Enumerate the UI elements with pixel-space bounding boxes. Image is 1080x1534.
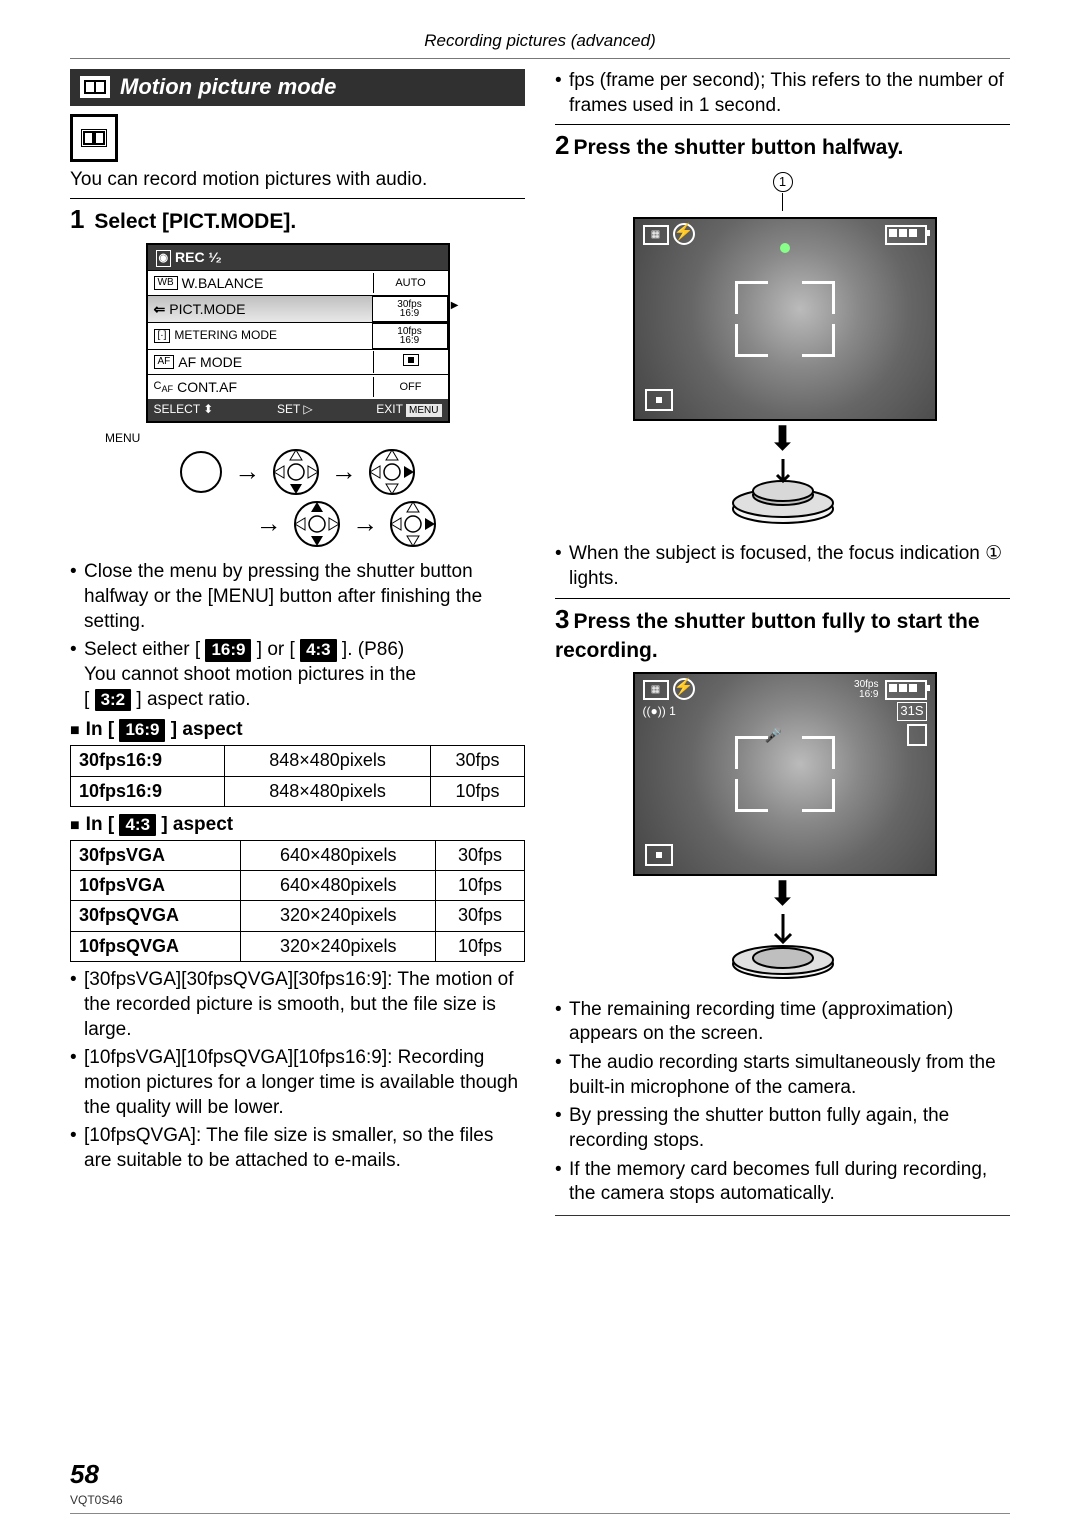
right-bullets-mid: When the subject is focused, the focus i… [555, 542, 1010, 591]
left-bullets-b: [30fpsVGA][30fpsQVGA][30fps16:9]: The mo… [70, 968, 525, 1174]
flash-off-icon: ⚡ [673, 223, 695, 245]
list-item: [10fpsVGA][10fpsQVGA][10fps16:9]: Record… [70, 1046, 525, 1120]
remaining-time: 31S [897, 702, 926, 721]
table-row: 10fpsVGA640×480pixels10fps [71, 871, 525, 901]
subhead-16-9: ■In [ 16:9 ] aspect [70, 718, 525, 743]
camera-menu-header: ◉ REC ¹⁄₂ [148, 245, 448, 269]
page-footer: 58 VQT0S46 [70, 1458, 1010, 1514]
arrow-down-icon: ⬇ [633, 425, 933, 453]
list-item: By pressing the shutter button fully aga… [555, 1104, 1010, 1153]
header-rule [70, 58, 1010, 59]
dpad-updown-icon [291, 498, 343, 550]
movie-mode-icon: ▦ [643, 225, 669, 245]
menu-button-icon [177, 448, 225, 496]
step-2-heading: 2Press the shutter button halfway. [555, 124, 1010, 163]
dpad-right-icon [366, 446, 418, 498]
battery-icon [885, 680, 927, 700]
recording-indicator: ((●)) 1 [643, 704, 676, 720]
table-row: 30fpsVGA640×480pixels30fps [71, 840, 525, 870]
menu-row-contaf: CAFCONT.AF OFF [148, 374, 448, 399]
right-bullets-top: fps (frame per second); This refers to t… [555, 69, 1010, 118]
list-item: The audio recording starts simultaneousl… [555, 1051, 1010, 1100]
shutter-full-press-icon [723, 912, 843, 990]
motion-picture-icon [70, 114, 118, 162]
subhead-4-3: ■In [ 4:3 ] aspect [70, 813, 525, 838]
menu-tag: MENU [105, 431, 525, 447]
intro-text: You can record motion pictures with audi… [70, 168, 525, 193]
focus-indicator-icon [780, 243, 790, 253]
camera-menu-illustration: ◉ REC ¹⁄₂ WBW.BALANCE AUTO ⇐PICT.MODE 30… [146, 243, 450, 423]
battery-icon [885, 225, 927, 245]
lcd-preview-2: ▦ ⚡ 30fps16:9 ((●)) 1 31S 🎤 [633, 672, 937, 876]
left-bullets-a: Close the menu by pressing the shutter b… [70, 560, 525, 712]
arrow-right-icon: → [256, 508, 282, 538]
right-bullets-bot: The remaining recording time (approximat… [555, 998, 1010, 1208]
list-item: When the subject is focused, the focus i… [555, 542, 1010, 591]
ratio-16-9-tag: 16:9 [205, 639, 251, 661]
arrow-right-icon: → [352, 508, 378, 538]
table-row: 10fpsQVGA320×240pixels10fps [71, 931, 525, 961]
document-code: VQT0S46 [70, 1493, 1010, 1509]
movie-mode-icon: ▦ [643, 680, 669, 700]
left-column: Motion picture mode You can record motio… [70, 69, 525, 1224]
arrow-right-icon: → [331, 456, 357, 486]
metering-icon [645, 389, 673, 411]
step-1-heading: 1 Select [PICT.MODE]. [70, 198, 525, 237]
table-row: 10fps16:9848×480pixels10fps [71, 776, 525, 806]
table-4-3: 30fpsVGA640×480pixels30fps 10fpsVGA640×4… [70, 840, 525, 963]
table-row: 30fps16:9848×480pixels30fps [71, 746, 525, 776]
flash-off-icon: ⚡ [673, 678, 695, 700]
table-row: 30fpsQVGA320×240pixels30fps [71, 901, 525, 931]
section-end-rule [555, 1215, 1010, 1216]
mode-banner: Motion picture mode [70, 69, 525, 106]
list-item: The remaining recording time (approximat… [555, 998, 1010, 1047]
list-item: If the memory card becomes full during r… [555, 1158, 1010, 1207]
lcd-preview-1: ▦ ⚡ [633, 217, 937, 421]
callout-1: 1 [555, 169, 1010, 210]
page-number: 58 [70, 1458, 1010, 1492]
navigation-pad-diagram: MENU → → → → [70, 431, 525, 551]
ratio-16-9-tag: 16:9 [119, 719, 165, 741]
list-item: Close the menu by pressing the shutter b… [70, 560, 525, 634]
shutter-half-press-icon [723, 457, 843, 535]
menu-row-pictmode: ⇐PICT.MODE 30fps 16:9▶ [148, 295, 448, 322]
list-item: fps (frame per second); This refers to t… [555, 69, 1010, 118]
list-item: [30fpsVGA][30fpsQVGA][30fps16:9]: The mo… [70, 968, 525, 1042]
menu-row-wbalance: WBW.BALANCE AUTO [148, 270, 448, 295]
camera-menu-footer: SELECT ⬍ SET ▷ EXIT MENU [148, 399, 448, 421]
step-1-number: 1 [70, 204, 84, 234]
metering-icon [645, 844, 673, 866]
callout-number-icon: 1 [773, 172, 793, 192]
fps-overlay: 30fps16:9 [854, 680, 878, 700]
right-column: fps (frame per second); This refers to t… [555, 69, 1010, 1224]
ratio-4-3-tag: 4:3 [300, 639, 337, 661]
ratio-4-3-tag: 4:3 [119, 814, 156, 836]
menu-row-metering: [·]METERING MODE 10fps 16:9 [148, 322, 448, 349]
arrow-right-icon: → [234, 456, 260, 486]
dpad-down-icon [270, 446, 322, 498]
step-3-heading: 3Press the shutter button fully to start… [555, 598, 1010, 664]
running-header: Recording pictures (advanced) [70, 30, 1010, 52]
dpad-right-icon [387, 498, 439, 550]
menu-row-afmode: AFAF MODE [148, 349, 448, 374]
banner-title: Motion picture mode [120, 73, 336, 102]
list-item: Select either [ 16:9 ] or [ 4:3 ]. (P86)… [70, 638, 525, 712]
ratio-3-2-tag: 3:2 [95, 689, 132, 711]
list-item: [10fpsQVGA]: The file size is smaller, s… [70, 1124, 525, 1173]
card-icon [907, 724, 927, 746]
film-icon [80, 76, 110, 98]
table-16-9: 30fps16:9848×480pixels30fps 10fps16:9848… [70, 745, 525, 807]
arrow-down-icon: ⬇ [633, 880, 933, 908]
step-1-title: Select [PICT.MODE]. [94, 210, 296, 233]
